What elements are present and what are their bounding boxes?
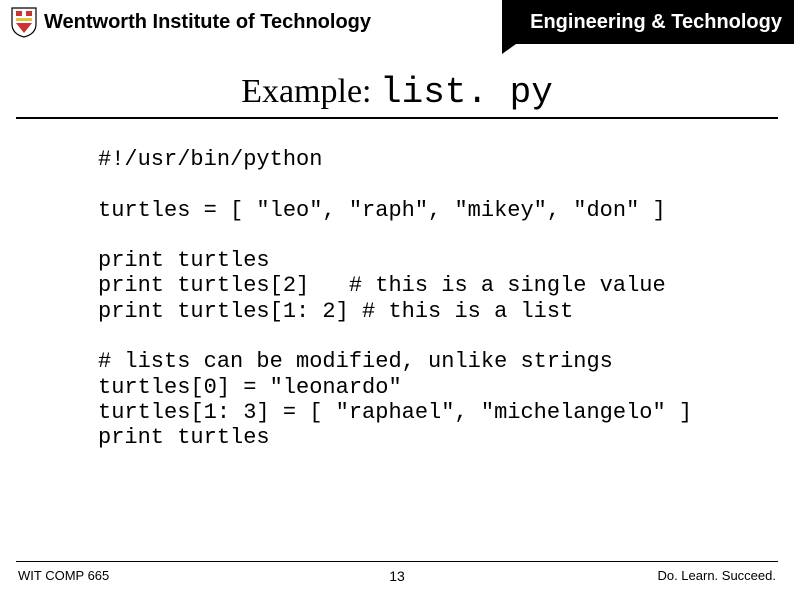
footer-motto: Do. Learn. Succeed. (657, 568, 776, 583)
institution-name: Wentworth Institute of Technology (44, 11, 371, 34)
institution-shield-icon (10, 6, 38, 38)
slide-header: Wentworth Institute of Technology Engine… (0, 0, 794, 44)
code-block: #!/usr/bin/python turtles = [ "leo", "ra… (98, 147, 794, 451)
slide-title-area: Example: list. py (0, 72, 794, 119)
department-name: Engineering & Technology (530, 11, 782, 34)
department-tab: Engineering & Technology (502, 0, 794, 44)
footer-divider (16, 561, 778, 562)
slide-footer: WIT COMP 665 13 Do. Learn. Succeed. (0, 561, 794, 583)
title-filename: list. py (380, 72, 553, 113)
page-number: 13 (389, 568, 405, 584)
course-code: WIT COMP 665 (18, 568, 109, 583)
title-divider (16, 117, 778, 119)
slide-title: Example: list. py (0, 72, 794, 113)
title-prefix: Example: (241, 73, 380, 110)
